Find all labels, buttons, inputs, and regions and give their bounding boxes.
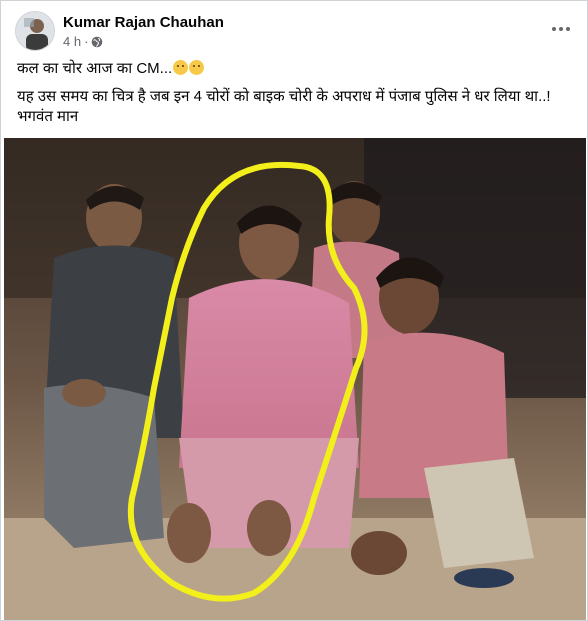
post-header: Kumar Rajan Chauhan 4 h · <box>15 11 573 53</box>
post-line-1: कल का चोर आज का CM... <box>17 59 573 79</box>
avatar-image <box>16 12 54 50</box>
more-options-button[interactable] <box>549 21 573 37</box>
post-line-2: यह उस समय का चित्र है जब इन 4 चोरों को ब… <box>17 88 551 125</box>
more-options-icon <box>552 27 570 31</box>
post-line-1-text: कल का चोर आज का CM... <box>17 60 173 77</box>
post-meta: 4 h · <box>63 34 103 49</box>
post-card: Kumar Rajan Chauhan 4 h · कल का चोर आज क… <box>0 0 588 621</box>
globe-icon[interactable] <box>91 36 103 48</box>
meta-separator: · <box>84 34 89 49</box>
sad-face-emoji <box>189 60 205 75</box>
post-time[interactable]: 4 h <box>63 34 81 49</box>
post-text: कल का चोर आज का CM... यह उस समय का चित्र… <box>17 59 573 135</box>
author-name[interactable]: Kumar Rajan Chauhan <box>63 14 224 31</box>
author-avatar[interactable] <box>15 11 55 51</box>
sad-face-emoji <box>173 60 189 75</box>
post-photo[interactable] <box>4 138 586 620</box>
group-photo <box>4 138 586 620</box>
